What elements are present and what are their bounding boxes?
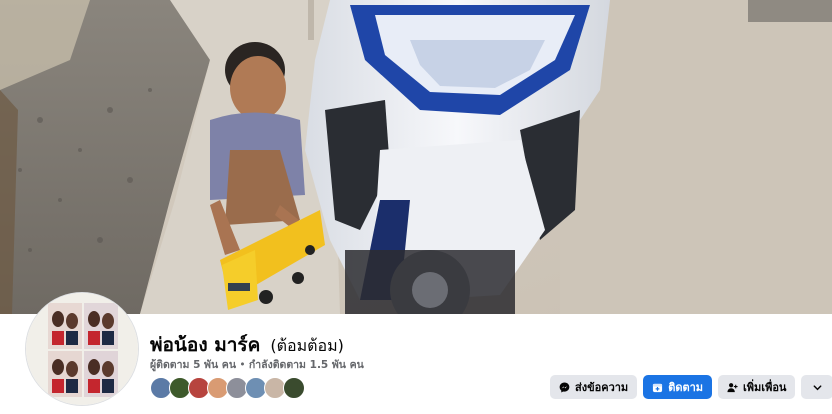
profile-actions: ส่งข้อความ ติดตาม เพิ่มเพื่อน <box>550 375 832 399</box>
stats-separator: • <box>239 359 246 371</box>
followers-link[interactable]: ผู้ติดตาม 5 พัน คน <box>150 359 236 371</box>
follow-button[interactable]: ติดตาม <box>643 375 713 399</box>
message-button[interactable]: ส่งข้อความ <box>550 375 638 399</box>
messenger-icon <box>559 382 570 393</box>
more-options-button[interactable] <box>801 375 832 399</box>
page-title-row: พ่อน้อง มาร์ค (ต้อมต้อม) <box>150 330 344 356</box>
follow-icon <box>652 382 663 393</box>
add-friend-button[interactable]: เพิ่มเพื่อน <box>718 375 796 399</box>
follow-label: ติดตาม <box>668 381 704 394</box>
cover-photo[interactable] <box>0 0 832 314</box>
following-link[interactable]: กำลังติดตาม 1.5 พัน คน <box>249 359 364 371</box>
follow-stats: ผู้ติดตาม 5 พัน คน • กำลังติดตาม 1.5 พัน… <box>150 356 364 373</box>
friend-avatar[interactable] <box>283 377 305 399</box>
profile-picture[interactable] <box>26 293 138 405</box>
add-friend-icon <box>727 382 738 393</box>
friend-avatars <box>150 377 305 399</box>
add-friend-label: เพิ่มเพื่อน <box>743 381 787 394</box>
chevron-down-icon <box>812 382 823 393</box>
message-label: ส่งข้อความ <box>575 381 629 394</box>
